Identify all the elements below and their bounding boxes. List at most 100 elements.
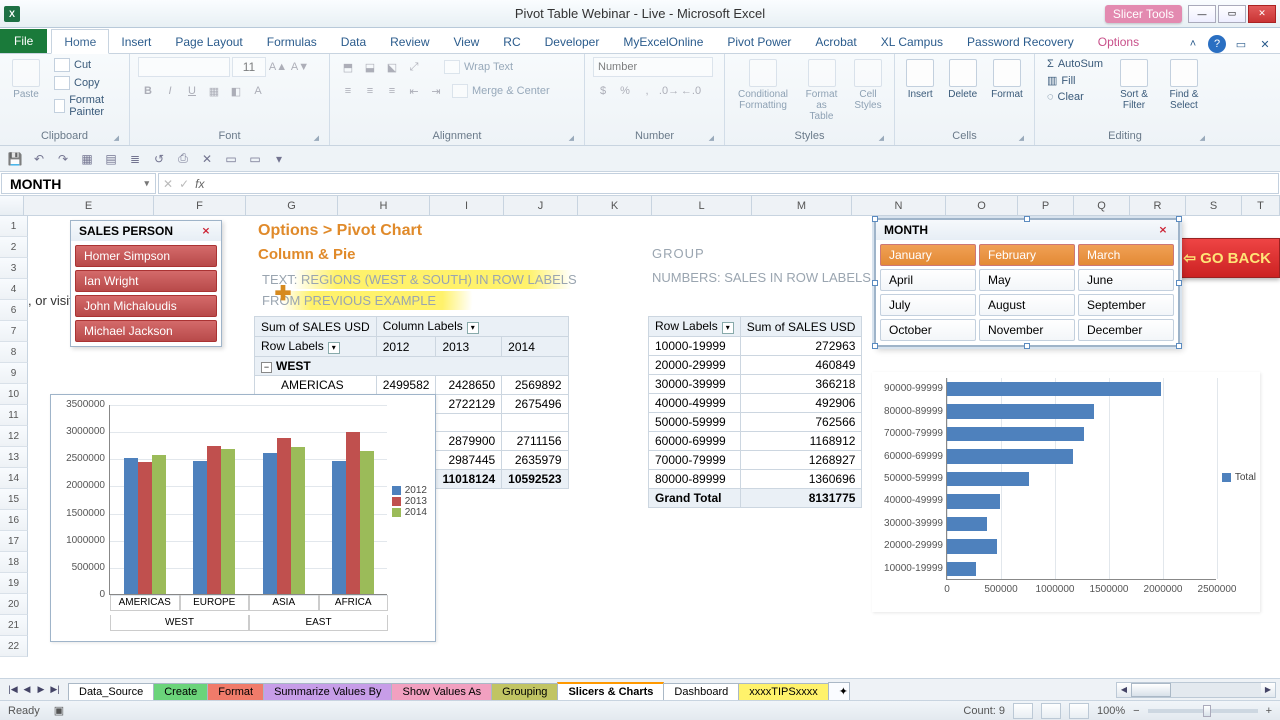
tab-insert[interactable]: Insert xyxy=(109,30,163,53)
clear-filter-icon[interactable]: ⨯ xyxy=(1156,223,1170,237)
cell-styles-button[interactable]: Cell Styles xyxy=(850,57,886,113)
row-header[interactable]: 20 xyxy=(0,594,28,615)
qat-btn[interactable]: ▦ xyxy=(78,150,96,168)
normal-view-button[interactable] xyxy=(1013,703,1033,719)
horizontal-scrollbar[interactable]: ◀ ▶ xyxy=(1116,682,1276,698)
sheet-tab[interactable]: Format xyxy=(207,683,264,700)
tab-password-recovery[interactable]: Password Recovery xyxy=(955,30,1086,53)
slicer-item-jan[interactable]: January xyxy=(880,244,976,266)
format-painter-button[interactable]: Format Painter xyxy=(50,93,121,119)
find-select-button[interactable]: Find & Select xyxy=(1161,57,1207,113)
tab-pivot-power[interactable]: Pivot Power xyxy=(715,30,803,53)
last-sheet-icon[interactable]: ▶| xyxy=(48,684,62,695)
sheet-tab[interactable]: Show Values As xyxy=(391,683,492,700)
row-header[interactable]: 6 xyxy=(0,300,28,321)
fill-color-button[interactable]: ◧ xyxy=(226,81,246,101)
qat-btn[interactable]: ▭ xyxy=(222,150,240,168)
number-format-combo[interactable]: Number xyxy=(593,57,713,77)
column-header[interactable]: O xyxy=(946,196,1018,215)
cells-canvas[interactable]: , or visit Options > Pivot Chart Column … xyxy=(28,216,1280,672)
sheet-tab[interactable]: xxxxTIPSxxxx xyxy=(738,683,828,700)
zoom-out-button[interactable]: − xyxy=(1133,705,1139,717)
dropdown-icon[interactable]: ▾ xyxy=(467,322,479,334)
row-header[interactable]: 17 xyxy=(0,531,28,552)
tab-review[interactable]: Review xyxy=(378,30,441,53)
slicer-item-jun[interactable]: June xyxy=(1078,269,1174,291)
wrap-text-button[interactable]: Wrap Text xyxy=(440,57,517,77)
tab-data[interactable]: Data xyxy=(329,30,378,53)
collapse-icon[interactable]: − xyxy=(261,362,272,373)
row-header[interactable]: 10 xyxy=(0,384,28,405)
delete-cells-button[interactable]: Delete xyxy=(944,57,981,102)
qat-btn[interactable]: ⎙ xyxy=(174,150,192,168)
column-header[interactable]: G xyxy=(246,196,338,215)
macro-record-icon[interactable]: ▣ xyxy=(54,704,64,717)
slicer-item-mar[interactable]: March xyxy=(1078,244,1174,266)
format-as-table-button[interactable]: Format as Table xyxy=(799,57,844,124)
orientation-button[interactable]: ⤢ xyxy=(404,57,424,77)
prev-sheet-icon[interactable]: ◀ xyxy=(20,684,34,695)
workbook-restore-icon[interactable]: ▭ xyxy=(1232,35,1250,53)
dropdown-icon[interactable]: ▾ xyxy=(328,342,340,354)
column-header[interactable]: F xyxy=(154,196,246,215)
align-top-button[interactable]: ⬒ xyxy=(338,57,358,77)
sheet-nav-buttons[interactable]: |◀ ◀ ▶ ▶| xyxy=(0,684,68,695)
column-header[interactable]: H xyxy=(338,196,430,215)
pivot-chart-hbar[interactable]: 0500000100000015000002000000250000090000… xyxy=(872,372,1260,612)
enter-formula-icon[interactable]: ✓ xyxy=(179,177,189,191)
column-header[interactable]: J xyxy=(504,196,578,215)
tab-view[interactable]: View xyxy=(442,30,492,53)
scroll-left-icon[interactable]: ◀ xyxy=(1117,683,1131,697)
select-all-corner[interactable] xyxy=(0,196,24,215)
go-back-button[interactable]: GO BACK xyxy=(1166,238,1280,278)
scroll-right-icon[interactable]: ▶ xyxy=(1261,683,1275,697)
column-header[interactable]: N xyxy=(852,196,946,215)
row-header[interactable]: 12 xyxy=(0,426,28,447)
font-name-combo[interactable] xyxy=(138,57,230,77)
autosum-button[interactable]: ΣAutoSum xyxy=(1043,57,1107,71)
sheet-tab[interactable]: Summarize Values By xyxy=(263,683,392,700)
align-middle-button[interactable]: ⬓ xyxy=(360,57,380,77)
merge-center-button[interactable]: Merge & Center xyxy=(448,81,554,101)
slicer-tools-contextual-tab[interactable]: Slicer Tools xyxy=(1105,5,1182,23)
clear-button[interactable]: ◌Clear xyxy=(1043,90,1107,104)
slicer-item-sep[interactable]: September xyxy=(1078,294,1174,316)
column-header[interactable]: L xyxy=(652,196,752,215)
pivot-column-labels[interactable]: Column Labels▾ xyxy=(376,317,568,337)
underline-button[interactable]: U xyxy=(182,81,202,101)
slicer-item[interactable]: Michael Jackson xyxy=(75,320,217,342)
sheet-tab[interactable]: Dashboard xyxy=(663,683,739,700)
tab-developer[interactable]: Developer xyxy=(533,30,612,53)
row-header[interactable]: 21 xyxy=(0,615,28,636)
qat-btn[interactable]: ▭ xyxy=(246,150,264,168)
qat-btn[interactable]: ▾ xyxy=(270,150,288,168)
grow-font-button[interactable]: A▲ xyxy=(268,57,288,77)
slicer-item[interactable]: Homer Simpson xyxy=(75,245,217,267)
slicer-item[interactable]: Ian Wright xyxy=(75,270,217,292)
tab-acrobat[interactable]: Acrobat xyxy=(803,30,868,53)
page-layout-view-button[interactable] xyxy=(1041,703,1061,719)
slicer-item-nov[interactable]: November xyxy=(979,319,1075,341)
column-header[interactable]: P xyxy=(1018,196,1074,215)
slicer-month[interactable]: MONTH⨯ January February March April May … xyxy=(874,218,1180,347)
qat-btn[interactable]: ▤ xyxy=(102,150,120,168)
scroll-thumb[interactable] xyxy=(1131,683,1171,697)
sort-filter-button[interactable]: Sort & Filter xyxy=(1113,57,1155,113)
slicer-item-dec[interactable]: December xyxy=(1078,319,1174,341)
row-header[interactable]: 4 xyxy=(0,279,28,300)
sheet-tab[interactable]: Data_Source xyxy=(68,683,154,700)
qat-btn[interactable]: ≣ xyxy=(126,150,144,168)
dropdown-icon[interactable]: ▾ xyxy=(722,322,734,334)
slicer-item-may[interactable]: May xyxy=(979,269,1075,291)
save-icon[interactable]: 💾 xyxy=(6,150,24,168)
worksheet-area[interactable]: 1234678910111213141516171819202122 , or … xyxy=(0,216,1280,672)
row-header[interactable]: 14 xyxy=(0,468,28,489)
font-color-button[interactable]: A xyxy=(248,81,268,101)
first-sheet-icon[interactable]: |◀ xyxy=(6,684,20,695)
cut-button[interactable]: Cut xyxy=(50,57,121,73)
tab-myexcelonline[interactable]: MyExcelOnline xyxy=(611,30,715,53)
font-size-combo[interactable]: 11 xyxy=(232,57,266,77)
name-box[interactable]: MONTH xyxy=(1,173,156,194)
zoom-thumb[interactable] xyxy=(1203,705,1211,717)
fx-icon[interactable]: fx xyxy=(195,177,204,191)
